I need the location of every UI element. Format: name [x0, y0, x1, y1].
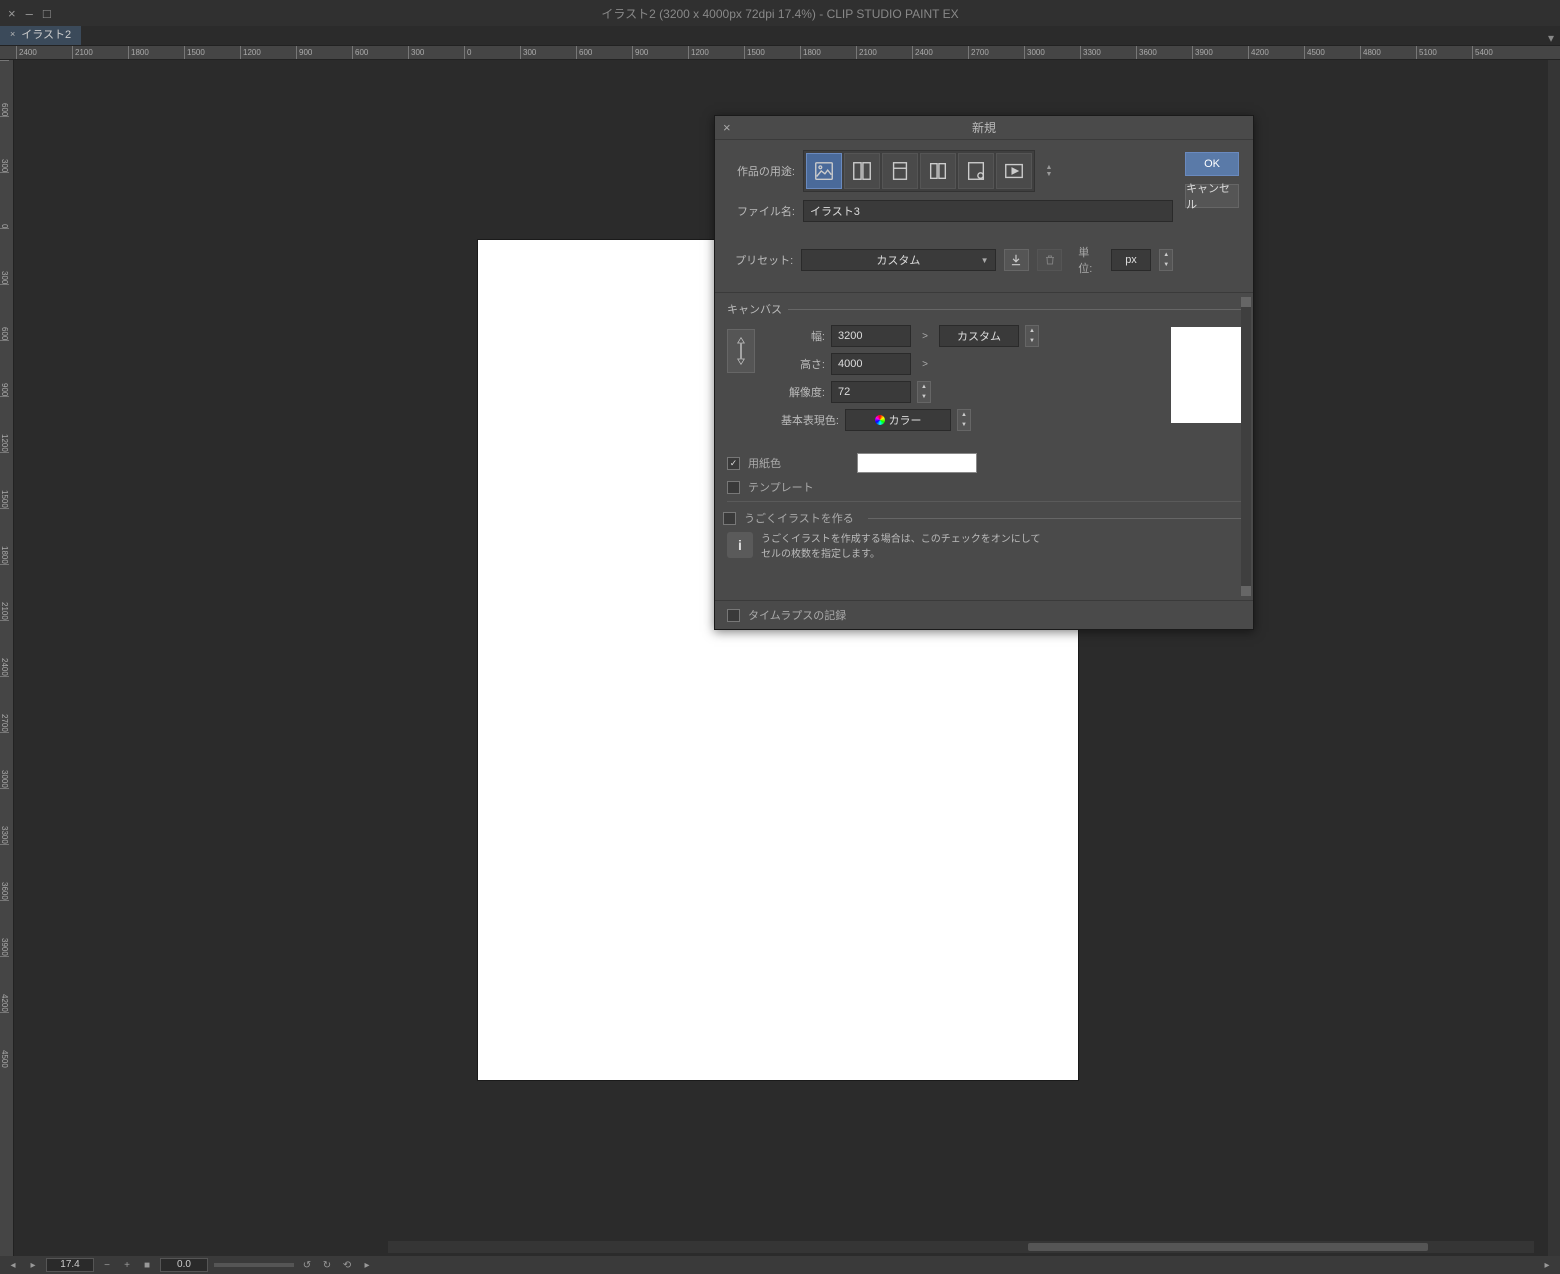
ruler-vertical: 6003000300600900120015001800210024002700… — [0, 60, 14, 1256]
resolution-label: 解像度: — [771, 384, 825, 400]
resolution-spinner[interactable]: ▲▼ — [917, 381, 931, 403]
rotate-reset-icon[interactable]: ⟲ — [340, 1258, 354, 1272]
preset-delete-icon — [1037, 249, 1062, 271]
resolution-input[interactable] — [831, 381, 911, 403]
dialog-close-icon[interactable]: × — [723, 120, 731, 135]
rotate-ccw-icon[interactable]: ↺ — [300, 1258, 314, 1272]
zoom-fit-icon[interactable]: ■ — [140, 1258, 154, 1272]
purpose-animation-icon[interactable] — [996, 153, 1032, 189]
settings-scrollbar[interactable] — [1241, 297, 1251, 596]
purpose-comic-icon[interactable] — [844, 153, 880, 189]
colormode-label: 基本表現色: — [771, 412, 839, 428]
zoom-field[interactable]: 17.4 — [46, 1258, 94, 1272]
tab-label: イラスト2 — [21, 26, 71, 42]
width-link-icon[interactable]: > — [917, 331, 933, 342]
canvas-preview — [1171, 327, 1241, 423]
colormode-dropdown[interactable]: カラー — [845, 409, 951, 431]
dialog-titlebar[interactable]: × 新規 — [715, 116, 1253, 140]
preset-dropdown[interactable]: カスタム▼ — [801, 249, 995, 271]
close-icon[interactable]: × — [8, 6, 16, 21]
scroll-right-icon[interactable]: ▸ — [1540, 1258, 1554, 1272]
purpose-selector — [803, 150, 1035, 192]
document-tabs: × イラスト2 ▾ — [0, 26, 1560, 46]
purpose-webtoon-icon[interactable] — [958, 153, 994, 189]
animation-label: うごくイラストを作る — [744, 510, 854, 526]
colormode-spinner[interactable]: ▲▼ — [957, 409, 971, 431]
ok-button[interactable]: OK — [1185, 152, 1239, 176]
animation-checkbox[interactable] — [723, 512, 736, 525]
scrollbar-vertical[interactable] — [1548, 60, 1560, 1256]
height-label: 高さ: — [771, 356, 825, 372]
tab-close-icon[interactable]: × — [10, 29, 15, 39]
purpose-illustration-icon[interactable] — [806, 153, 842, 189]
scrollbar-thumb[interactable] — [1028, 1243, 1428, 1251]
tabrow-menu-icon[interactable]: ▾ — [1548, 31, 1554, 45]
unit-spinner[interactable]: ▲▼ — [1159, 249, 1173, 271]
size-preset-dropdown[interactable]: カスタム — [939, 325, 1019, 347]
maximize-icon[interactable]: □ — [43, 6, 51, 21]
template-label: テンプレート — [748, 479, 814, 495]
purpose-label: 作品の用途: — [729, 163, 795, 179]
statusbar: ◂ ▸ 17.4 − + ■ 0.0 ↺ ↻ ⟲ ▸ ▸ — [0, 1256, 1560, 1274]
height-link-icon[interactable]: > — [917, 359, 933, 370]
purpose-spinner[interactable]: ▲▼ — [1043, 164, 1055, 178]
canvas-section-label: キャンバス — [727, 301, 782, 317]
width-label: 幅: — [771, 328, 825, 344]
rotate-cw-icon[interactable]: ↻ — [320, 1258, 334, 1272]
zoom-out-icon[interactable]: − — [100, 1258, 114, 1272]
unit-dropdown[interactable]: px — [1111, 249, 1152, 271]
template-checkbox[interactable] — [727, 481, 740, 494]
rotation-slider[interactable] — [214, 1263, 294, 1267]
papercolor-well[interactable] — [857, 453, 977, 473]
papercolor-checkbox[interactable]: ✓ — [727, 457, 740, 470]
cancel-button[interactable]: キャンセル — [1185, 184, 1239, 208]
new-file-dialog: × 新規 作品の用途: ▲▼ ファイル名: — [714, 115, 1254, 630]
zoom-in-icon[interactable]: + — [120, 1258, 134, 1272]
purpose-book-icon[interactable] — [920, 153, 956, 189]
rotation-field[interactable]: 0.0 — [160, 1258, 208, 1272]
window-titlebar: × – □ イラスト2 (3200 x 4000px 72dpi 17.4%) … — [0, 0, 1560, 26]
height-input[interactable] — [831, 353, 911, 375]
purpose-print-icon[interactable] — [882, 153, 918, 189]
tab-active[interactable]: × イラスト2 — [0, 23, 81, 45]
rotate-step-icon[interactable]: ▸ — [360, 1258, 374, 1272]
info-icon: i — [727, 532, 753, 558]
papercolor-label: 用紙色 — [748, 455, 781, 471]
dialog-title: 新規 — [972, 119, 996, 136]
scrollbar-horizontal[interactable] — [388, 1241, 1534, 1253]
timelapse-checkbox[interactable] — [727, 609, 740, 622]
ruler-horizontal: 2400210018001500120090060030003006009001… — [0, 46, 1560, 60]
filename-label: ファイル名: — [729, 203, 795, 219]
orientation-button[interactable] — [727, 329, 755, 373]
width-input[interactable] — [831, 325, 911, 347]
minimize-icon[interactable]: – — [26, 6, 33, 21]
statusbar-prev-icon[interactable]: ◂ — [6, 1258, 20, 1272]
preset-label: プリセット: — [729, 252, 793, 268]
unit-label: 単位: — [1078, 244, 1102, 276]
animation-hint: うごくイラストを作成する場合は、このチェックをオンにしてセルの枚数を指定します。 — [761, 532, 1041, 562]
statusbar-next-icon[interactable]: ▸ — [26, 1258, 40, 1272]
timelapse-label: タイムラプスの記録 — [748, 607, 846, 623]
window-title: イラスト2 (3200 x 4000px 72dpi 17.4%) - CLIP… — [601, 5, 958, 22]
size-preset-spinner[interactable]: ▲▼ — [1025, 325, 1039, 347]
preset-save-icon[interactable] — [1004, 249, 1029, 271]
filename-input[interactable] — [803, 200, 1173, 222]
canvas-settings-pane: キャンバス 幅: > カスタム ▲▼ 高さ: — [715, 292, 1253, 600]
